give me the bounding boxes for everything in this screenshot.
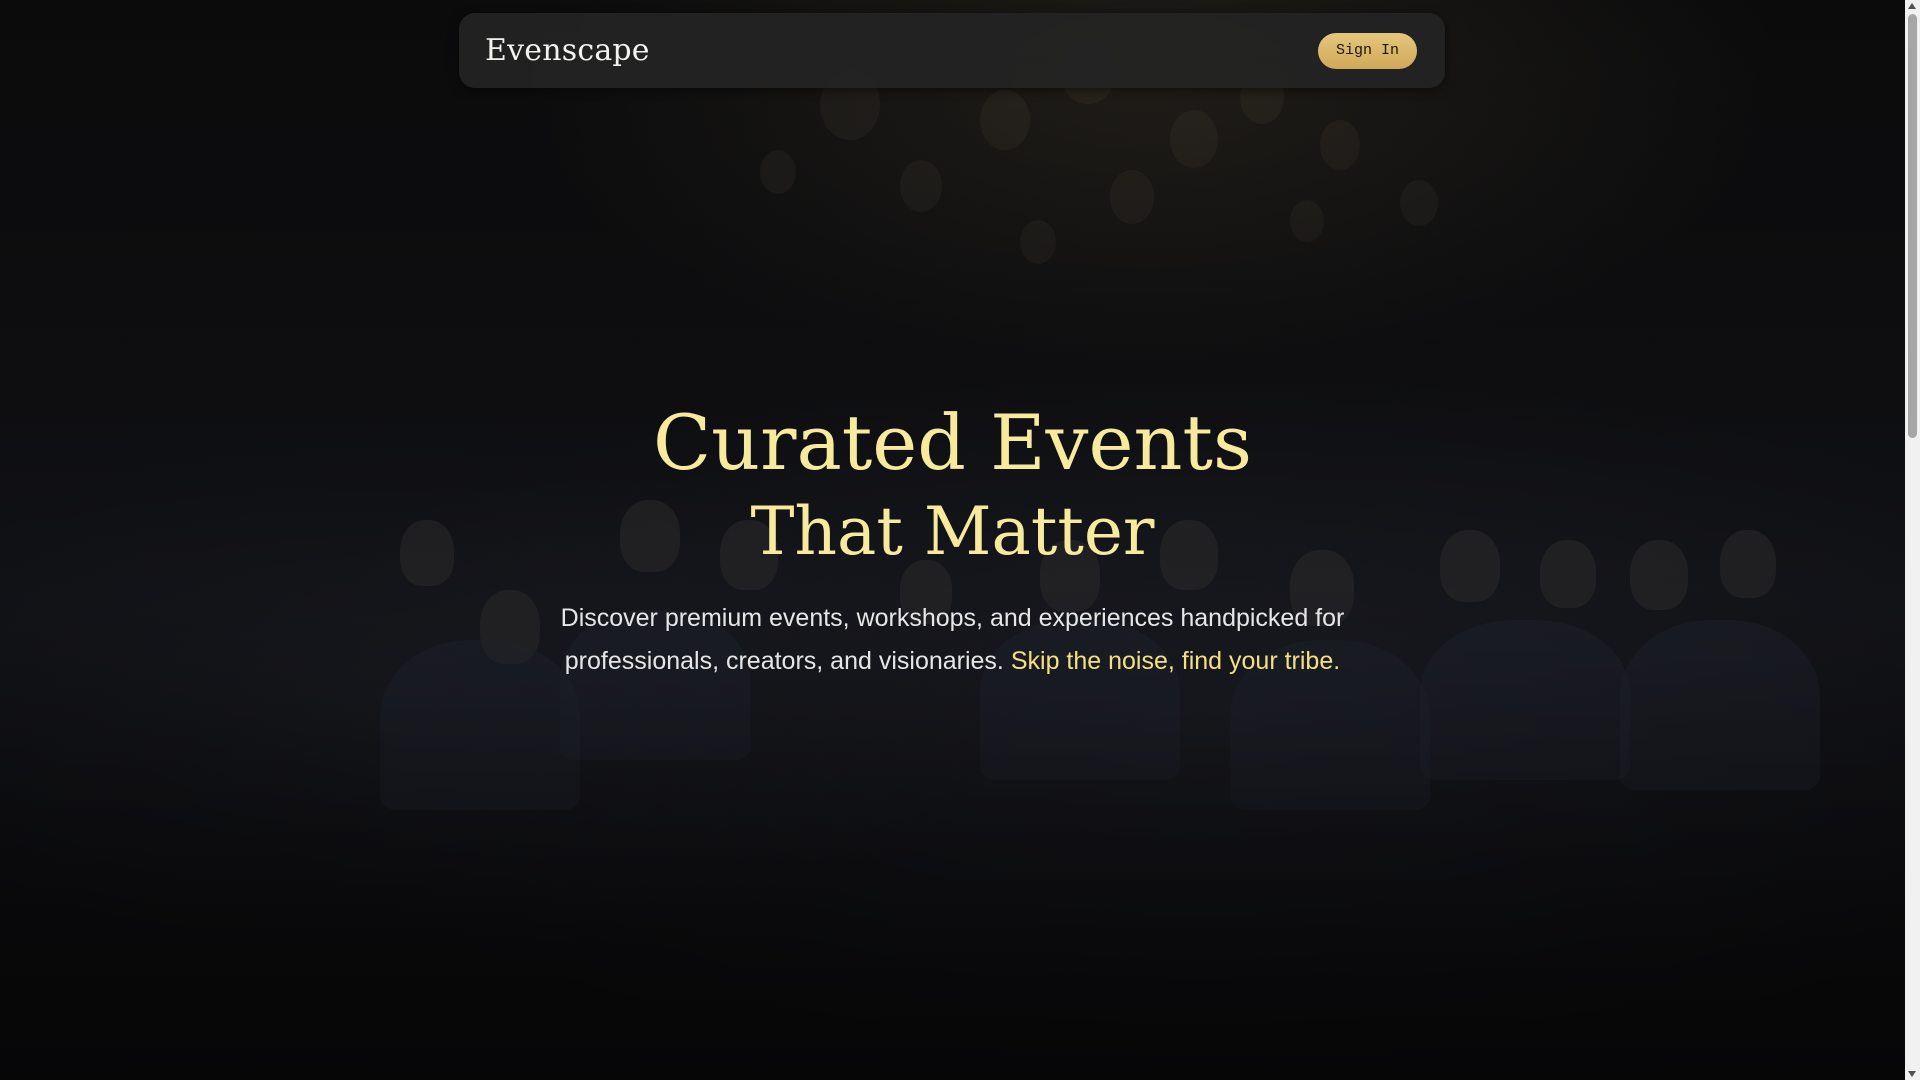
scroll-up-arrow-icon[interactable] (1908, 3, 1916, 9)
hero-title-line2: That Matter (750, 493, 1155, 571)
hero-title-line1: Curated Events (653, 398, 1252, 487)
hero-subtitle: Discover premium events, workshops, and … (503, 597, 1403, 683)
sign-in-button[interactable]: Sign In (1317, 32, 1417, 69)
top-navbar: Evenscape Sign In (459, 13, 1445, 88)
hero-subtitle-accent: Skip the noise, find your tribe. (1010, 647, 1341, 676)
landing-page: Evenscape Sign In Curated Events That Ma… (0, 0, 1905, 1080)
brand-logo[interactable]: Evenscape (485, 33, 650, 68)
page-scrollbar[interactable] (1905, 0, 1920, 1080)
hero-section: Curated Events That Matter Discover prem… (0, 400, 1905, 683)
scroll-down-arrow-icon[interactable] (1908, 1071, 1916, 1077)
scrollbar-thumb[interactable] (1908, 14, 1917, 438)
